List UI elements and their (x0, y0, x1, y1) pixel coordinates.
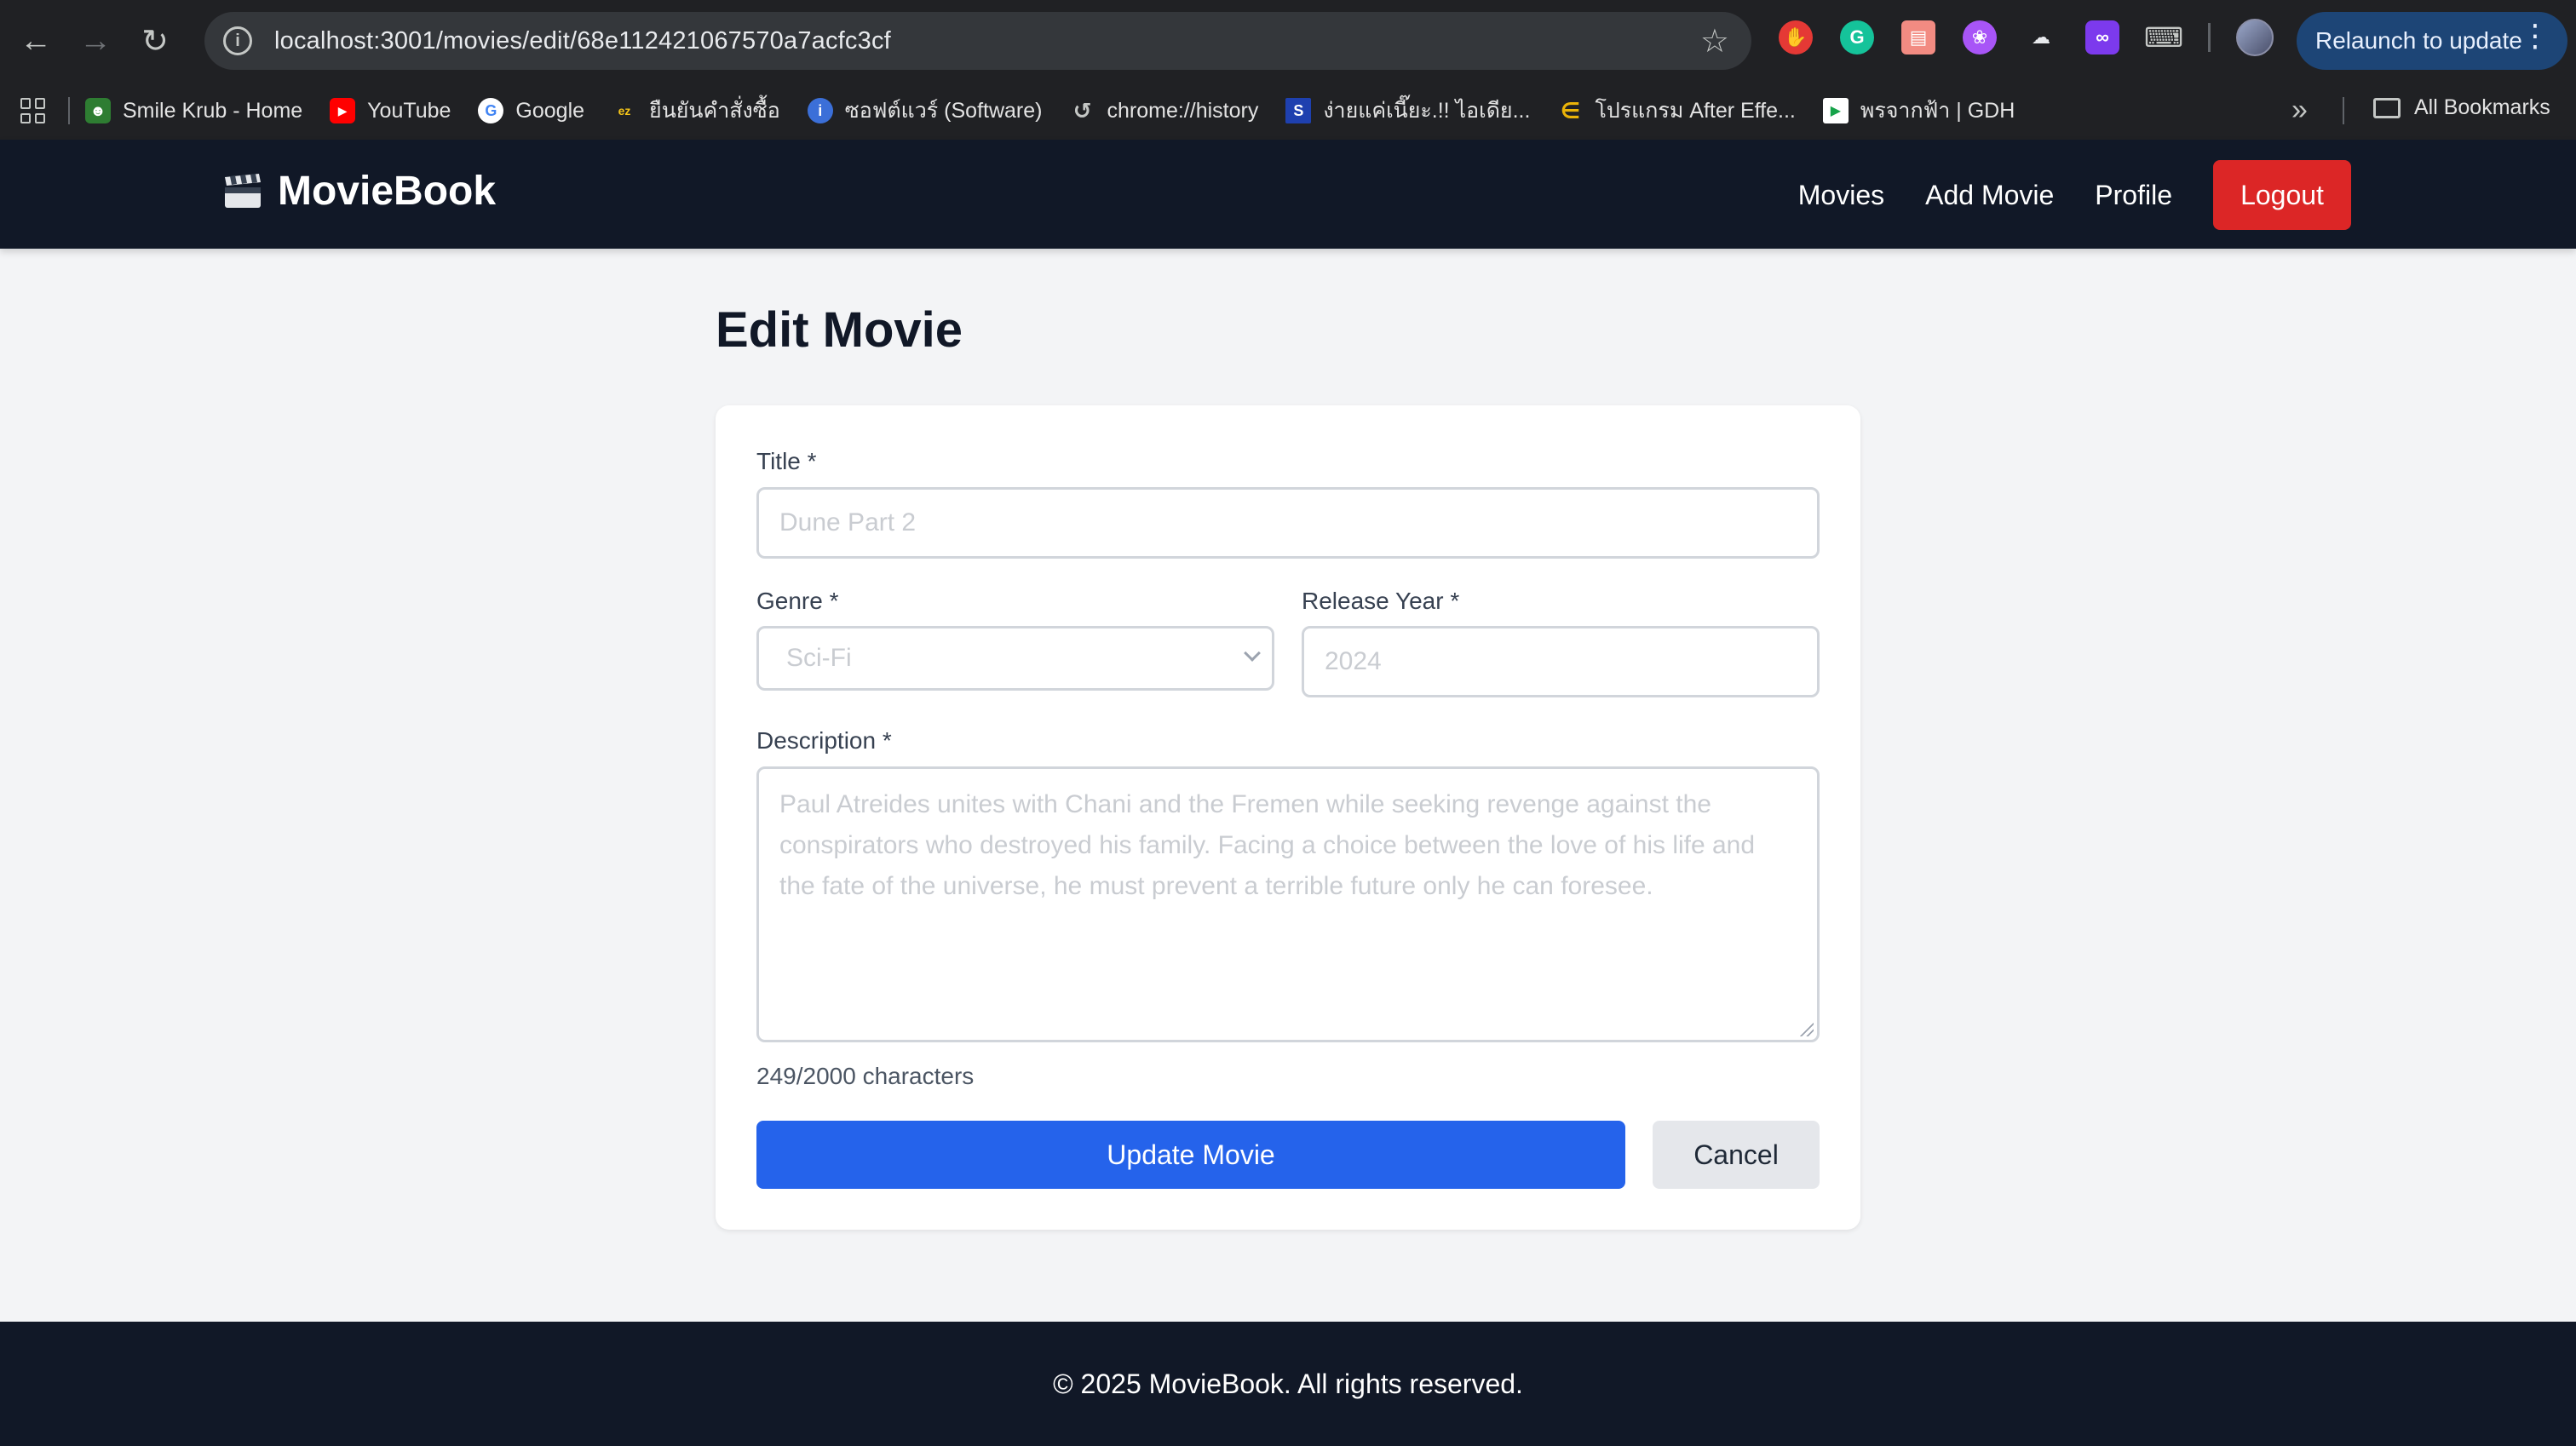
reload-icon[interactable]: ↻ (131, 17, 179, 65)
bookmarks-bar: ☻ Smile Krub - Home ▶ YouTube G Google ez ยื… (0, 82, 2576, 140)
bookmark-item[interactable]: ez ยืนยันคำสั่งซื้อ (612, 94, 780, 128)
gdh-play-icon: ▶ (1822, 98, 1849, 123)
title-label: Title * (756, 448, 817, 474)
character-count: 249/2000 characters (756, 1063, 975, 1089)
update-movie-button[interactable]: Update Movie (756, 1121, 1625, 1189)
brand-name: MovieBook (278, 169, 497, 214)
genre-selected-value: Sci-Fi (786, 644, 852, 672)
extensions-area: ✋ G ▤ ❀ ☁ ∞ ⌨ (1779, 19, 2291, 56)
page-title: Edit Movie (716, 302, 963, 358)
all-bookmarks-button[interactable]: All Bookmarks (2373, 95, 2550, 120)
description-placeholder: Paul Atreides unites with Chani and the … (779, 790, 1756, 900)
genre-select[interactable]: Sci-Fi (756, 626, 1274, 691)
back-icon[interactable]: ← (12, 17, 60, 65)
profile-avatar[interactable] (2236, 19, 2274, 56)
brand-logo[interactable]: MovieBook (223, 168, 496, 215)
history-icon: ↺ (1072, 97, 1092, 123)
description-label: Description * (756, 727, 892, 754)
smile-krub-icon: ☻ (85, 98, 111, 123)
description-textarea[interactable]: Paul Atreides unites with Chani and the … (756, 766, 1820, 1042)
apps-grid-icon[interactable] (20, 98, 46, 123)
flower-extension-icon[interactable]: ❀ (1963, 20, 1997, 55)
toolbar-divider (2208, 23, 2211, 52)
bookmark-item[interactable]: ▶ YouTube (330, 98, 451, 123)
clapperboard-icon (225, 173, 261, 208)
browser-toolbar: ← → ↻ i localhost:3001/movies/edit/68e11… (0, 0, 2576, 82)
footer-copyright: © 2025 MovieBook. All rights reserved. (1053, 1368, 1523, 1399)
release-year-placeholder: 2024 (1325, 647, 1382, 675)
genre-label: Genre * (756, 588, 839, 614)
bookmarks-divider (2343, 97, 2344, 124)
page-footer: © 2025 MovieBook. All rights reserved. (0, 1322, 2576, 1446)
cast-extension-icon[interactable]: ▤ (1901, 20, 1935, 55)
address-url[interactable]: localhost:3001/movies/edit/68e1124210675… (274, 27, 891, 55)
adblock-extension-icon[interactable]: ✋ (1779, 20, 1813, 55)
resize-handle-icon[interactable] (1798, 1021, 1814, 1036)
title-input[interactable]: Dune Part 2 (756, 487, 1820, 559)
main-nav: Movies Add Movie Profile Logout (1757, 160, 2351, 230)
e-site-icon: ∈ (1560, 97, 1581, 123)
s-site-icon: S (1285, 98, 1312, 123)
relaunch-label: Relaunch to update (2315, 27, 2522, 54)
site-info-icon[interactable]: i (223, 26, 252, 55)
edit-movie-form: Title * Dune Part 2 Genre * Sci-Fi Relea… (716, 405, 1860, 1230)
nav-add-movie[interactable]: Add Movie (1925, 180, 2054, 211)
nav-profile[interactable]: Profile (2095, 180, 2172, 211)
cloud-extension-icon[interactable]: ☁ (2024, 20, 2058, 55)
forward-icon[interactable]: → (72, 17, 119, 65)
nav-movies[interactable]: Movies (1798, 180, 1884, 211)
bookmark-item[interactable]: ∈ โปรแกรม After Effe... (1557, 94, 1796, 128)
bookmark-item[interactable]: ↺ chrome://history (1070, 98, 1259, 123)
youtube-icon: ▶ (330, 98, 356, 123)
release-year-input[interactable]: 2024 (1302, 626, 1820, 697)
purple-extension-icon[interactable]: ∞ (2085, 20, 2119, 55)
bookmark-item[interactable]: ▶ พรจากฟ้า | GDH (1822, 94, 2015, 128)
title-placeholder: Dune Part 2 (779, 508, 917, 537)
chevron-down-icon (1244, 645, 1261, 662)
bookmark-star-icon[interactable]: ☆ (1700, 22, 1729, 60)
info-icon: i (807, 98, 833, 123)
bookmark-item[interactable]: i ซอฟต์แวร์ (Software) (807, 94, 1043, 128)
ez-icon: ez (618, 104, 631, 118)
puzzle-extensions-icon[interactable]: ⌨ (2144, 20, 2183, 55)
release-year-label: Release Year * (1302, 588, 1460, 614)
folder-icon (2373, 97, 2401, 118)
google-icon: G (478, 98, 504, 123)
bookmark-item[interactable]: ☻ Smile Krub - Home (85, 98, 302, 123)
cancel-button[interactable]: Cancel (1653, 1121, 1820, 1189)
more-bookmarks-icon[interactable]: » (2291, 94, 2308, 127)
grammarly-extension-icon[interactable]: G (1840, 20, 1874, 55)
bookmarks-divider (68, 97, 70, 124)
logout-button[interactable]: Logout (2213, 160, 2351, 230)
app-header: MovieBook Movies Add Movie Profile Logou… (0, 140, 2576, 249)
relaunch-button[interactable]: Relaunch to update ⋮ (2297, 12, 2567, 70)
address-bar[interactable]: i localhost:3001/movies/edit/68e11242106… (204, 12, 1751, 70)
kebab-menu-icon[interactable]: ⋮ (2520, 20, 2550, 51)
bookmark-item[interactable]: S ง่ายแค่เนี๊ยะ.!! ไอเดีย... (1285, 94, 1530, 128)
bookmark-item[interactable]: G Google (478, 98, 584, 123)
